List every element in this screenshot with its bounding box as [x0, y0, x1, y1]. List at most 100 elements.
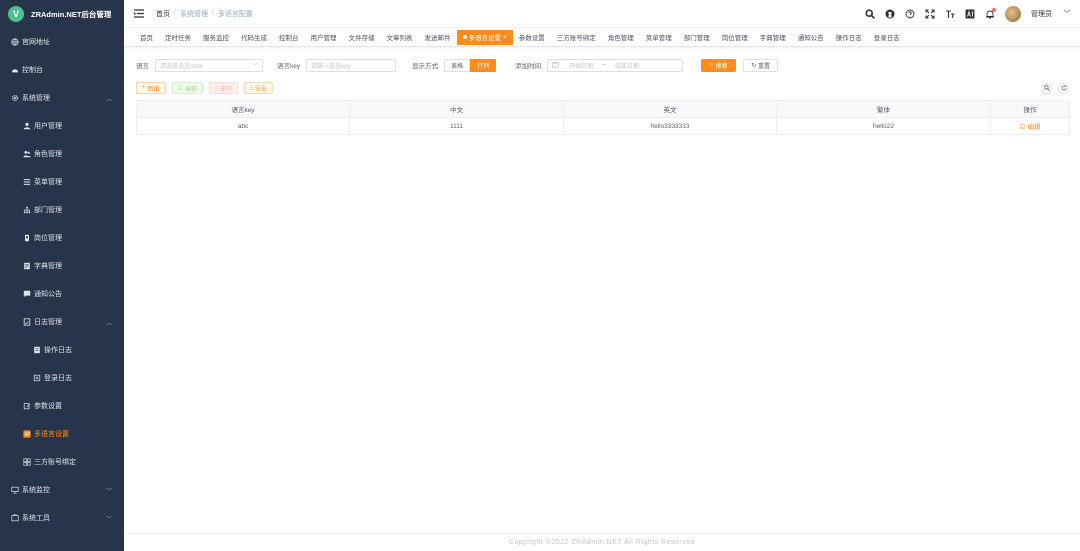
export-button-label: 导出: [254, 86, 267, 93]
logo[interactable]: V ZRAdmin.NET后台管理: [0, 0, 124, 28]
display-table-option[interactable]: 表格: [444, 58, 471, 72]
close-icon[interactable]: ×: [503, 34, 507, 41]
dict-icon: [22, 262, 31, 271]
display-label: 显示方式: [412, 63, 439, 70]
search-button[interactable]: ○ 搜索: [701, 58, 737, 72]
bell-icon[interactable]: [985, 8, 996, 19]
table-row: abc 1111 hello3333333 hello22 ☑ 编辑: [136, 117, 1070, 135]
toggle-search-button[interactable]: [1041, 83, 1052, 94]
edit-button[interactable]: ☑ 编辑: [171, 82, 203, 94]
tab-send-email[interactable]: 发送邮件: [419, 30, 457, 45]
tab-server-monitor[interactable]: 服务监控: [197, 30, 235, 45]
lang-label: 语言: [136, 63, 149, 70]
tab-code-gen[interactable]: 代码生成: [235, 30, 273, 45]
sidebar-item-login-log[interactable]: 登录日志: [0, 364, 124, 392]
cell-key: abc: [136, 117, 350, 135]
dashboard-icon: [10, 66, 19, 75]
login-log-icon: [32, 374, 41, 383]
tab-dashboard[interactable]: 控制台: [273, 30, 305, 45]
tab-roles[interactable]: 角色管理: [602, 30, 640, 45]
sidebar-item-departments[interactable]: 部门管理: [0, 196, 124, 224]
form-icon: [32, 346, 41, 355]
notification-dot: [992, 8, 996, 12]
user-name[interactable]: 管理员: [1031, 9, 1052, 19]
sidebar-item-third-party[interactable]: 三方账号绑定: [0, 448, 124, 476]
search-icon[interactable]: [865, 9, 875, 19]
tab-articles[interactable]: 文章列表: [381, 30, 419, 45]
start-date-placeholder: 开始日期: [569, 63, 594, 70]
cell-action: ☑ 编辑: [990, 117, 1070, 135]
chevron-down-icon[interactable]: ﹀: [1062, 9, 1072, 19]
breadcrumb-home[interactable]: 首页: [156, 9, 170, 19]
sidebar-item-roles[interactable]: 角色管理: [0, 140, 124, 168]
lang-select[interactable]: 请选择语言code ﹀: [155, 58, 263, 72]
sidebar-item-label: 系统工具: [22, 515, 50, 522]
tab-file-storage[interactable]: 文件存储: [343, 30, 381, 45]
tab-home[interactable]: 首页: [134, 30, 159, 45]
search-icon: ○: [709, 62, 714, 68]
tab-posts[interactable]: 岗位管理: [716, 30, 754, 45]
avatar[interactable]: [1005, 6, 1021, 22]
hamburger-icon[interactable]: [134, 9, 144, 19]
breadcrumb: 首页 / 系统管理 / 多语言配置: [156, 9, 253, 19]
column-header-action: 操作: [990, 100, 1070, 118]
sidebar-item-notices[interactable]: 通知公告: [0, 280, 124, 308]
language-switch-icon[interactable]: [965, 9, 975, 19]
time-label: 添加时间: [515, 63, 542, 70]
sidebar-item-dict[interactable]: 字典管理: [0, 252, 124, 280]
sidebar-item-language[interactable]: 多语言设置: [0, 420, 124, 448]
reset-button[interactable]: ↻ 重置: [743, 58, 779, 72]
row-edit-link[interactable]: ☑ 编辑: [1020, 124, 1041, 131]
tab-language-settings[interactable]: 多语言设置 ×: [456, 29, 513, 45]
tool-icon: [10, 514, 19, 523]
user-icon: [22, 122, 31, 131]
sidebar-item-label: 用户管理: [34, 123, 62, 130]
tab-login-log[interactable]: 登录日志: [868, 30, 906, 45]
lang-placeholder: 请选择语言code: [160, 63, 204, 70]
tab-menus[interactable]: 菜单管理: [640, 30, 678, 45]
github-icon[interactable]: [885, 9, 895, 19]
key-label: 语言key: [277, 63, 301, 70]
date-range-picker[interactable]: 开始日期 - 结束日期: [547, 58, 684, 72]
tab-dict[interactable]: 字典管理: [754, 30, 792, 45]
refresh-button[interactable]: [1058, 83, 1069, 94]
tab-scheduled-tasks[interactable]: 定时任务: [159, 30, 197, 45]
breadcrumb-current: 多语言配置: [217, 10, 253, 18]
sidebar-item-logs[interactable]: 日志管理 ︿: [0, 308, 124, 336]
key-input[interactable]: 请输入语言key: [306, 58, 397, 72]
tab-third-party[interactable]: 三方账号绑定: [551, 30, 602, 45]
tab-departments[interactable]: 部门管理: [678, 30, 716, 45]
tab-operation-log[interactable]: 操作日志: [830, 30, 868, 45]
sidebar-item-menus[interactable]: 菜单管理: [0, 168, 124, 196]
sidebar-item-monitor[interactable]: 系统监控 ﹀: [0, 476, 124, 504]
font-size-icon[interactable]: [945, 9, 955, 19]
logo-icon: V: [8, 6, 24, 22]
sidebar-item-official-site[interactable]: 官网地址: [0, 28, 124, 56]
help-icon[interactable]: [905, 9, 915, 19]
sidebar-item-label: 岗位管理: [34, 235, 62, 242]
tab-params[interactable]: 参数设置: [513, 30, 551, 45]
sidebar-item-users[interactable]: 用户管理: [0, 112, 124, 140]
sidebar-item-tools[interactable]: 系统工具 ﹀: [0, 504, 124, 532]
display-row-option[interactable]: 行列: [470, 58, 497, 72]
sidebar-item-dashboard[interactable]: 控制台: [0, 56, 124, 84]
sidebar-item-label: 三方账号绑定: [34, 459, 76, 466]
tab-users[interactable]: 用户管理: [305, 30, 343, 45]
monitor-icon: [10, 486, 19, 495]
sidebar-item-posts[interactable]: 岗位管理: [0, 224, 124, 252]
link-icon: [22, 458, 31, 467]
export-button[interactable]: ⤓ 导出: [244, 82, 273, 94]
tree-icon: [22, 206, 31, 215]
tab-notices[interactable]: 通知公告: [792, 30, 830, 45]
menu-list-icon: [22, 178, 31, 187]
add-button[interactable]: + 新增: [136, 82, 166, 94]
sidebar-item-label: 控制台: [22, 67, 43, 74]
sidebar-item-system[interactable]: 系统管理 ︿: [0, 84, 124, 112]
tags-view: 首页 定时任务 服务监控 代码生成 控制台 用户管理 文件存储 文章列表 发送邮…: [124, 28, 1080, 47]
fullscreen-icon[interactable]: [925, 9, 935, 19]
edit-icon: ☑: [177, 85, 183, 92]
delete-button[interactable]: ▯ 删除: [208, 82, 239, 94]
breadcrumb-separator: /: [211, 8, 214, 16]
sidebar-item-operation-log[interactable]: 操作日志: [0, 336, 124, 364]
sidebar-item-params[interactable]: 参数设置: [0, 392, 124, 420]
